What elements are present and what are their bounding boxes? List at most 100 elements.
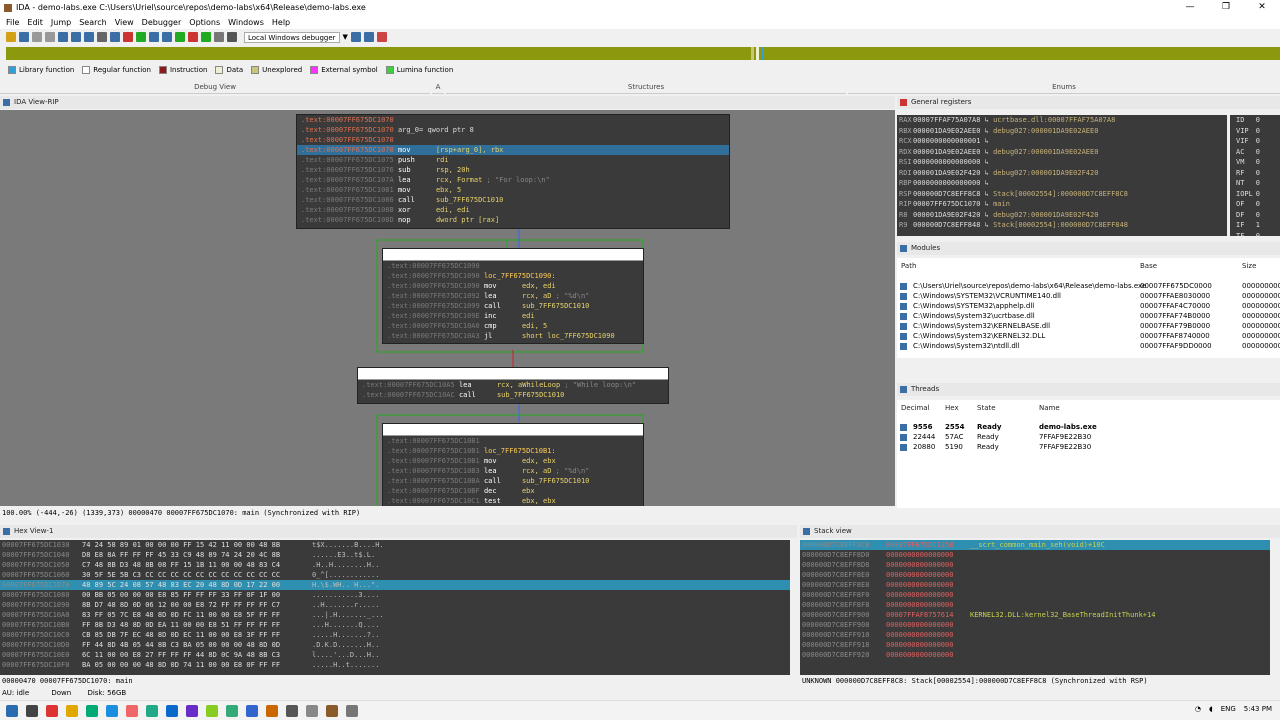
stack-row[interactable]: 000000D7C8EFF8E0 0000000000000000 bbox=[800, 570, 1270, 580]
close-button[interactable]: ✕ bbox=[1244, 0, 1280, 15]
plugin-icon[interactable] bbox=[376, 32, 387, 42]
hex-row[interactable]: 00007FF675DC1070 48 89 5C 24 08 57 48 83 … bbox=[0, 580, 790, 590]
register-row[interactable]: R9 000000D7C8EFF848 ↳ Stack[00002554]:000… bbox=[897, 220, 1227, 231]
thread-hex[interactable]: 57AC bbox=[945, 432, 963, 442]
register-row[interactable]: R8 000001DA9E02F420 ↳ debug027:000001DA9E… bbox=[897, 210, 1227, 221]
asm-line[interactable]: .text:00007FF675DC1076 sub rsp, 20h bbox=[297, 165, 729, 175]
hex-row[interactable]: 00007FF675DC1080 00 BB 05 00 00 00 E8 85 … bbox=[0, 590, 790, 600]
flag-row[interactable]: IOPL 0 bbox=[1236, 189, 1260, 200]
terminal-icon[interactable] bbox=[226, 704, 238, 717]
threads-table[interactable]: Decimal Hex State Name 9556 2554 Ready demo… bbox=[897, 400, 1280, 508]
thread-decimal[interactable]: 20880 bbox=[913, 442, 935, 452]
asm-line[interactable]: .text:00007FF675DC108B xor edi, edi bbox=[297, 205, 729, 215]
undefine-icon[interactable] bbox=[97, 32, 107, 42]
wifi-icon[interactable]: ◔ bbox=[1195, 705, 1201, 713]
xref-icon[interactable] bbox=[110, 32, 120, 42]
flag-row[interactable]: VM 0 bbox=[1236, 157, 1260, 168]
hex-row[interactable]: 00007FF675DC1060 30 5F 5E 5B C3 CC CC CC … bbox=[0, 570, 790, 580]
register-row[interactable]: RSP000000D7C8EFF8C8 ↳ Stack[00002554]:00… bbox=[897, 189, 1227, 200]
asm-line[interactable]: .text:00007FF675DC107A lea rcx, Format ; … bbox=[297, 175, 729, 185]
stack-row[interactable]: 000000D7C8EFF8E8 0000000000000000 bbox=[800, 580, 1270, 590]
visual-studio-icon[interactable] bbox=[186, 704, 198, 717]
hex-row[interactable]: 00007FF675DC10A0 83 FF 05 7C E8 48 8D 0D … bbox=[0, 610, 790, 620]
thread-state[interactable]: Ready bbox=[977, 442, 999, 452]
edge-icon[interactable] bbox=[106, 704, 118, 717]
pause-icon[interactable] bbox=[214, 32, 224, 42]
hex-row[interactable]: 00007FF675DC1090 8B D7 48 8D 0D 06 12 00 … bbox=[0, 600, 790, 610]
register-row[interactable]: RSI0000000000000000 ↳ bbox=[897, 157, 1227, 168]
tab-structures[interactable]: Structures bbox=[446, 80, 846, 94]
firefox-icon[interactable] bbox=[126, 704, 138, 717]
breakpoint-icon[interactable] bbox=[162, 32, 172, 42]
hex-view[interactable]: 00007FF675DC1030 74 24 58 89 01 00 00 00 … bbox=[0, 540, 790, 675]
register-row[interactable]: RDI000001DA9E02F420 ↳ debug027:000001DA9… bbox=[897, 168, 1227, 179]
hex-row[interactable]: 00007FF675DC10B0 FF 8B D3 48 8D 0D EA 11 … bbox=[0, 620, 790, 630]
thread-state[interactable]: Ready bbox=[977, 422, 1001, 432]
thread-decimal[interactable]: 9556 bbox=[913, 422, 932, 432]
lang-indicator[interactable]: ENG bbox=[1221, 705, 1236, 713]
stack-row[interactable]: 000000D7C8EFF8D8 0000000000000000 bbox=[800, 560, 1270, 570]
chevron-down-icon[interactable]: ▼ bbox=[343, 33, 348, 41]
flag-row[interactable]: IF 1 bbox=[1236, 220, 1260, 231]
stack-row[interactable]: 000000D7C8EFF920 0000000000000000 bbox=[800, 650, 1270, 660]
menu-debugger[interactable]: Debugger bbox=[138, 18, 186, 27]
code-block-while-loop[interactable]: .text:00007FF675DC10B1 .text:00007FF675D… bbox=[382, 423, 644, 506]
flag-row[interactable]: AC 0 bbox=[1236, 147, 1260, 158]
function-icon[interactable] bbox=[136, 32, 146, 42]
module-path[interactable]: C:\Windows\SYSTEM32\apphelp.dll bbox=[913, 301, 1034, 311]
stack-view[interactable]: 000000D7C8EFF8C8 00007FF675DC1258 __scrt_c… bbox=[800, 540, 1270, 675]
flags-list[interactable]: ID 0 VIP 0 VIF 0 AC 0 VM 0 RF 0 NT 0 IOPL 0 OF 0 DF 0 IF 1 TF 0 bbox=[1230, 115, 1280, 236]
stack-row[interactable]: 000000D7C8EFF918 0000000000000000 bbox=[800, 640, 1270, 650]
stack-row[interactable]: 000000D7C8EFF8F0 0000000000000000 bbox=[800, 590, 1270, 600]
asm-line[interactable]: .text:00007FF675DC10A3 jl short loc_7FF67… bbox=[383, 331, 643, 341]
flag-row[interactable]: VIF 0 bbox=[1236, 136, 1260, 147]
string-icon[interactable] bbox=[123, 32, 133, 42]
hex-row[interactable]: 00007FF675DC10F0 BA 05 00 00 00 48 8D 0D … bbox=[0, 660, 790, 670]
stack-row[interactable]: 000000D7C8EFF8F8 0000000000000000 bbox=[800, 600, 1270, 610]
flag-row[interactable]: NT 0 bbox=[1236, 178, 1260, 189]
register-row[interactable]: RAX00007FFAF75A07A8 ↳ ucrtbase.dll:00007… bbox=[897, 115, 1227, 126]
flag-row[interactable]: OF 0 bbox=[1236, 199, 1260, 210]
search-icon[interactable] bbox=[46, 704, 58, 717]
step-icon[interactable] bbox=[175, 32, 185, 42]
register-row[interactable]: RBP0000000000000000 ↳ bbox=[897, 178, 1227, 189]
asm-line[interactable]: .text:00007FF675DC1090 mov edx, edi bbox=[383, 281, 643, 291]
graph-icon[interactable] bbox=[149, 32, 159, 42]
menu-help[interactable]: Help bbox=[268, 18, 294, 27]
settings-icon[interactable] bbox=[306, 704, 318, 717]
minimize-button[interactable]: — bbox=[1172, 0, 1208, 15]
menu-file[interactable]: File bbox=[2, 18, 23, 27]
col-base[interactable]: Base bbox=[1140, 262, 1157, 270]
vscode-icon[interactable] bbox=[166, 704, 178, 717]
menu-windows[interactable]: Windows bbox=[224, 18, 268, 27]
start-icon[interactable] bbox=[6, 704, 18, 717]
col-name[interactable]: Name bbox=[1039, 404, 1060, 412]
asm-line[interactable]: .text:00007FF675DC1086 call sub_7FF675DC1… bbox=[297, 195, 729, 205]
menu-jump[interactable]: Jump bbox=[47, 18, 75, 27]
code-block-while-setup[interactable]: .text:00007FF675DC10A5 lea rcx, aWhileLoo… bbox=[357, 367, 669, 404]
stack-row[interactable]: 000000D7C8EFF900 00007FFAF8757614 KERNEL32… bbox=[800, 610, 1270, 620]
navigation-band[interactable] bbox=[6, 47, 1280, 60]
modules-table[interactable]: Path Base Size C:\Users\Uriel\source\rep… bbox=[897, 258, 1280, 358]
asm-line[interactable]: .text:00007FF675DC1099 call sub_7FF675DC1… bbox=[383, 301, 643, 311]
thread-decimal[interactable]: 22444 bbox=[913, 432, 935, 442]
run-icon[interactable] bbox=[201, 32, 211, 42]
col-decimal[interactable]: Decimal bbox=[901, 404, 930, 412]
asm-line[interactable]: .text:00007FF675DC109E inc edi bbox=[383, 311, 643, 321]
code-icon[interactable] bbox=[58, 32, 68, 42]
module-path[interactable]: C:\Windows\System32\KERNEL32.DLL bbox=[913, 331, 1045, 341]
register-row[interactable]: RBX000001DA9E02AEE0 ↳ debug027:000001DA9… bbox=[897, 126, 1227, 137]
thread-name[interactable]: 7FFAF9E22B30 bbox=[1039, 442, 1091, 452]
app5-icon[interactable] bbox=[346, 704, 358, 717]
hex-row[interactable]: 00007FF675DC1040 D8 E8 8A FF FF FF 45 33 … bbox=[0, 550, 790, 560]
asm-line[interactable]: .text:00007FF675DC10C1 test ebx, ebx bbox=[383, 496, 643, 506]
menu-view[interactable]: View bbox=[111, 18, 138, 27]
process-options-icon[interactable] bbox=[363, 32, 374, 42]
app4-icon[interactable] bbox=[286, 704, 298, 717]
asm-line[interactable]: .text:00007FF675DC1075 push rdi bbox=[297, 155, 729, 165]
tab-debug-view[interactable]: Debug View bbox=[0, 80, 430, 94]
maximize-button[interactable]: ❐ bbox=[1208, 0, 1244, 15]
stack-row[interactable]: 000000D7C8EFF910 0000000000000000 bbox=[800, 630, 1270, 640]
attach-icon[interactable] bbox=[350, 32, 361, 42]
code-block-entry[interactable]: .text:00007FF675DC1070 .text:00007FF675D… bbox=[296, 114, 730, 229]
